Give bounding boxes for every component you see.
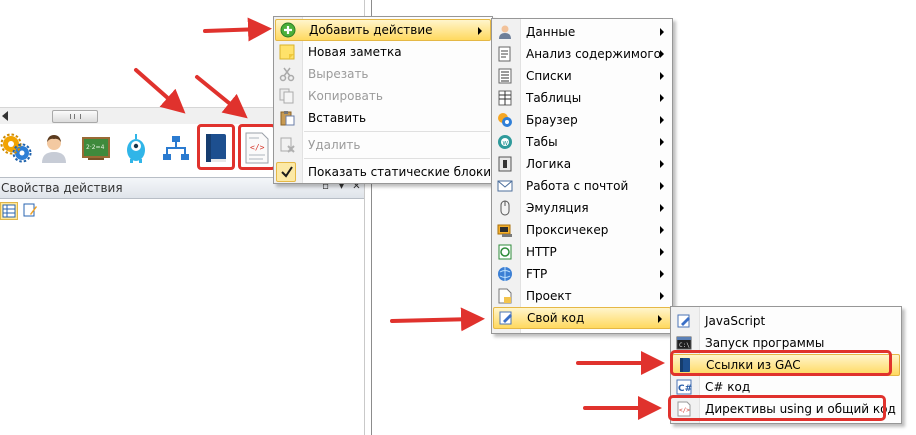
- arrow-to-book-icon: [134, 68, 186, 114]
- arrow-to-code-icon: [195, 75, 248, 119]
- arrow-to-add-action: [203, 17, 272, 42]
- annotation-arrows: [134, 17, 665, 420]
- arrow-to-custom-code: [390, 307, 485, 332]
